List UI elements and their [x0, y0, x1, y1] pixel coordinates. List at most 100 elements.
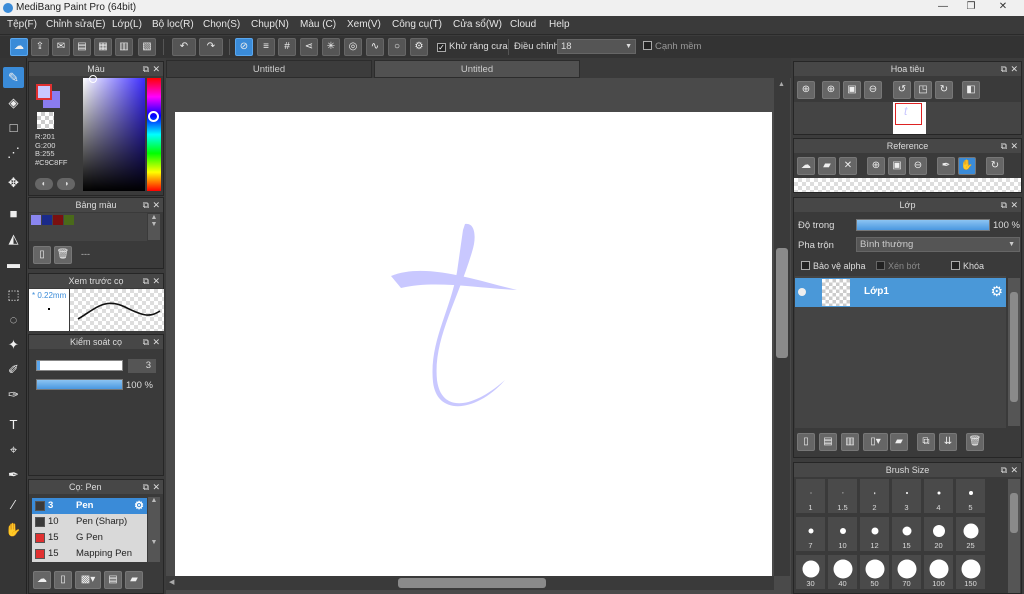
- brush-size-cell[interactable]: 150: [955, 554, 986, 590]
- undo-icon[interactable]: ↶: [172, 38, 196, 56]
- add-brush-icon[interactable]: ▯: [54, 571, 72, 589]
- close-window-button[interactable]: ✕: [990, 0, 1016, 15]
- menu-view[interactable]: Xem(V): [347, 19, 381, 30]
- menu-edit[interactable]: Chỉnh sửa(E): [46, 19, 106, 30]
- export-icon[interactable]: ⇪: [31, 38, 49, 56]
- circle-snap-icon[interactable]: ◎: [344, 38, 362, 56]
- color-mix-button[interactable]: ◑: [57, 178, 75, 190]
- layer-menu-icon[interactable]: ▯▾: [863, 433, 888, 451]
- layer-visibility-icon[interactable]: [798, 288, 806, 296]
- brush-size-cell[interactable]: 3: [891, 478, 922, 514]
- grid-snap-icon[interactable]: #: [278, 38, 296, 56]
- fill-rect-tool-icon[interactable]: ■: [3, 203, 24, 224]
- grid-layout-icon[interactable]: ▧: [138, 38, 156, 56]
- close-icon[interactable]: ✕: [152, 198, 160, 212]
- brush-size-cell[interactable]: 70: [891, 554, 922, 590]
- magic-wand-tool-icon[interactable]: ✦: [3, 334, 24, 355]
- duplicate-layer-icon[interactable]: ⧉: [917, 433, 935, 451]
- flip-icon[interactable]: ◧: [962, 81, 980, 99]
- text-tool-icon[interactable]: T: [3, 414, 24, 435]
- bucket-tool-icon[interactable]: ◭: [3, 228, 24, 249]
- menu-filter[interactable]: Bộ lọc(R): [152, 19, 194, 30]
- document-icon[interactable]: ▦: [94, 38, 112, 56]
- size-value[interactable]: 3: [128, 359, 156, 373]
- lock-checkbox[interactable]: [951, 261, 960, 270]
- maximize-button[interactable]: ❐: [958, 0, 984, 15]
- brush-size-cell[interactable]: 25: [955, 516, 986, 552]
- canvas-paper[interactable]: [175, 112, 772, 576]
- gradient-tool-icon[interactable]: ▬: [3, 253, 24, 274]
- ref-zoom-out-icon[interactable]: ⊖: [909, 157, 927, 175]
- antialias-checkbox[interactable]: ✓: [437, 43, 446, 52]
- zoom-in-icon[interactable]: ⊕: [797, 81, 815, 99]
- hand-tool-icon[interactable]: ✋: [3, 519, 24, 540]
- brush-size-cell[interactable]: 50: [859, 554, 890, 590]
- blend-mode-dropdown[interactable]: Bình thường ▼: [856, 237, 1020, 252]
- brush-size-scrollbar[interactable]: [1008, 479, 1020, 593]
- palette-scrollbar[interactable]: ▲ ▼: [148, 214, 160, 240]
- zoom-out-icon[interactable]: ⊖: [864, 81, 882, 99]
- antialias-toggle[interactable]: ✓ Khử răng cưa: [437, 41, 508, 52]
- ref-hand-icon[interactable]: ✋: [958, 157, 976, 175]
- saturation-value-picker[interactable]: [83, 75, 145, 191]
- brush-size-cell[interactable]: 30: [795, 554, 826, 590]
- undock-icon[interactable]: ⧉: [1001, 463, 1007, 477]
- canvas-hscrollbar[interactable]: ◀: [166, 576, 774, 590]
- brush-size-cell[interactable]: 7: [795, 516, 826, 552]
- hue-cursor[interactable]: [148, 111, 159, 122]
- undock-icon[interactable]: ⧉: [143, 274, 149, 288]
- fit-icon[interactable]: ▣: [843, 81, 861, 99]
- menu-window[interactable]: Cửa sổ(W): [453, 19, 502, 30]
- brush-item[interactable]: 15 G Pen: [32, 530, 147, 546]
- scroll-up-icon[interactable]: ▲: [778, 81, 785, 88]
- undock-icon[interactable]: ⧉: [1001, 198, 1007, 212]
- protect-alpha-checkbox[interactable]: [801, 261, 810, 270]
- close-icon[interactable]: ✕: [152, 274, 160, 288]
- divide-tool-icon[interactable]: ⌖: [3, 439, 24, 460]
- close-icon[interactable]: ✕: [152, 335, 160, 349]
- open-folder-icon[interactable]: ▰: [818, 157, 836, 175]
- close-icon[interactable]: ✕: [152, 62, 160, 76]
- move-tool-icon[interactable]: ✥: [3, 172, 24, 193]
- fg-color-swatch[interactable]: [36, 84, 52, 100]
- picker-cursor[interactable]: [89, 75, 97, 83]
- minimize-button[interactable]: —: [930, 0, 956, 15]
- brush-size-cell[interactable]: 2: [859, 478, 890, 514]
- brush-item[interactable]: 15 Mapping Pen: [32, 546, 147, 562]
- ref-rotate-icon[interactable]: ↻: [986, 157, 1004, 175]
- parallel-snap-icon[interactable]: ≡: [257, 38, 275, 56]
- cloud-icon[interactable]: ☁: [10, 38, 28, 56]
- settings-snap-icon[interactable]: ⚙: [410, 38, 428, 56]
- menu-file[interactable]: Tệp(F): [7, 19, 37, 30]
- brush-size-cell[interactable]: 20: [923, 516, 954, 552]
- scroll-left-icon[interactable]: ◀: [169, 578, 174, 586]
- curve-snap-icon[interactable]: ∿: [366, 38, 384, 56]
- new-8bit-layer-icon[interactable]: ▥: [841, 433, 859, 451]
- size-slider[interactable]: [36, 360, 123, 371]
- layer-scrollbar[interactable]: [1008, 278, 1020, 426]
- new-palette-icon[interactable]: ▯: [33, 246, 51, 264]
- opacity-slider[interactable]: [36, 379, 123, 390]
- actual-size-icon[interactable]: ◳: [914, 81, 932, 99]
- navigator-viewport[interactable]: [895, 103, 922, 125]
- brush-item[interactable]: 10 Pen (Sharp): [32, 514, 147, 530]
- undock-icon[interactable]: ⧉: [143, 62, 149, 76]
- layer-scroll-thumb[interactable]: [1010, 292, 1018, 402]
- select-tool-icon[interactable]: ⬚: [3, 284, 24, 305]
- undock-icon[interactable]: ⧉: [143, 198, 149, 212]
- dot-tool-icon[interactable]: ⋰: [3, 142, 24, 163]
- close-icon[interactable]: ✕: [1010, 139, 1018, 153]
- brush-tool-icon[interactable]: ✎: [3, 67, 24, 88]
- hscroll-thumb[interactable]: [398, 578, 546, 588]
- vscroll-thumb[interactable]: [776, 248, 788, 358]
- palette-swatch[interactable]: [53, 215, 63, 225]
- radial-snap-icon[interactable]: ✳: [322, 38, 340, 56]
- soft-edge-checkbox[interactable]: [643, 41, 652, 50]
- ellipse-snap-icon[interactable]: ○: [388, 38, 406, 56]
- brush-size-cell[interactable]: 12: [859, 516, 890, 552]
- canvas-vscrollbar[interactable]: ▲: [774, 78, 790, 576]
- rotate-right-icon[interactable]: ↻: [935, 81, 953, 99]
- layer-settings-icon[interactable]: ⚙: [990, 283, 1003, 300]
- lock-toggle[interactable]: Khóa: [951, 261, 984, 271]
- palette-swatch[interactable]: [42, 215, 52, 225]
